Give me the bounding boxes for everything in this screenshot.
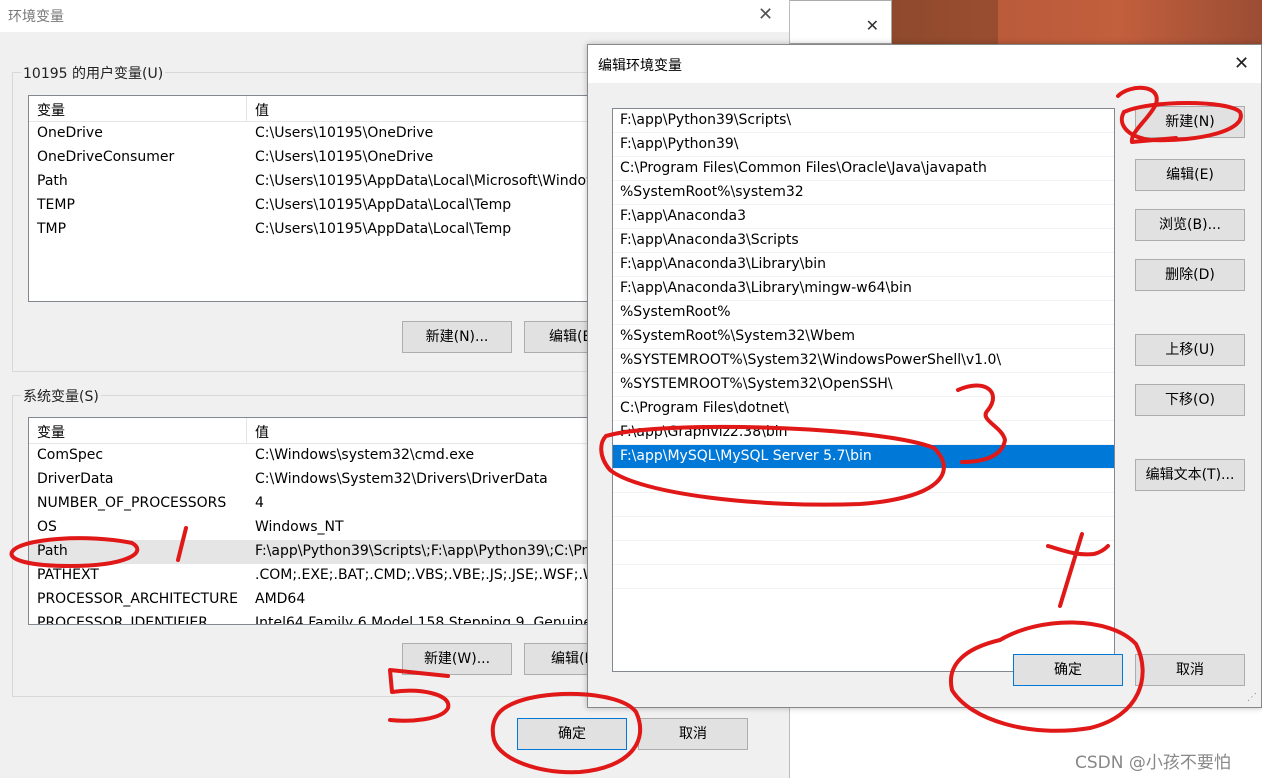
table-row[interactable]: PATHEXT .COM;.EXE;.BAT;.CMD;.VBS;.VBE;.JS… (29, 564, 587, 588)
table-row[interactable]: PROCESSOR_IDENTIFIER Intel64 Family 6 Mod… (29, 612, 587, 625)
close-icon[interactable]: ✕ (758, 4, 773, 25)
move-down-button[interactable]: 下移(O) (1135, 384, 1245, 416)
new-button[interactable]: 新建(N) (1135, 106, 1245, 138)
table-row[interactable]: TMP C:\Users\10195\AppData\Local\Temp (29, 218, 587, 242)
variable-value: Windows_NT (255, 519, 344, 535)
edit-button[interactable]: 编辑(E) (1135, 159, 1245, 191)
table-row[interactable]: TEMP C:\Users\10195\AppData\Local\Temp (29, 194, 587, 218)
path-list-item[interactable]: %SystemRoot%\system32 (613, 181, 1114, 205)
path-list-item[interactable]: %SystemRoot% (613, 301, 1114, 325)
path-list-item[interactable]: F:\app\Graphviz2.38\bin (613, 421, 1114, 445)
table-row[interactable]: OS Windows_NT (29, 516, 587, 540)
variable-value: C:\Users\10195\AppData\Local\Microsoft\W… (255, 173, 587, 189)
system-new-button[interactable]: 新建(W)... (402, 643, 512, 675)
variable-name: OneDriveConsumer (37, 149, 175, 165)
variable-value: C:\Users\10195\OneDrive (255, 149, 434, 165)
table-row[interactable]: NUMBER_OF_PROCESSORS 4 (29, 492, 587, 516)
path-list-item[interactable]: F:\app\MySQL\MySQL Server 5.7\bin (613, 445, 1114, 469)
table-row[interactable]: Path F:\app\Python39\Scripts\;F:\app\Pyth… (29, 540, 587, 564)
variable-name: TMP (37, 221, 67, 237)
table-row[interactable]: PROCESSOR_ARCHITECTURE AMD64 (29, 588, 587, 612)
variable-value: C:\Users\10195\OneDrive (255, 125, 434, 141)
variable-value: F:\app\Python39\Scripts\;F:\app\Python39… (255, 543, 587, 559)
path-list-empty-row[interactable] (613, 541, 1114, 565)
path-list-empty-row[interactable] (613, 517, 1114, 541)
col-variable[interactable]: 变量 (29, 418, 247, 443)
col-value[interactable]: 值 (247, 418, 277, 443)
table-row[interactable]: Path C:\Users\10195\AppData\Local\Microso… (29, 170, 587, 194)
path-list-empty-row[interactable] (613, 469, 1114, 493)
variable-name: ComSpec (37, 447, 104, 463)
variable-name: OS (37, 519, 57, 535)
background-window: ✕ (788, 0, 892, 44)
user-vars-list[interactable]: 变量 值 OneDrive C:\Users\10195\OneDrive OneD… (28, 95, 588, 302)
path-list-item[interactable]: %SystemRoot%\System32\Wbem (613, 325, 1114, 349)
variable-name: TEMP (37, 197, 75, 213)
close-icon[interactable]: ✕ (866, 16, 879, 35)
col-variable[interactable]: 变量 (29, 96, 247, 121)
close-icon[interactable]: ✕ (1234, 53, 1249, 74)
path-list-item[interactable]: F:\app\Python39\Scripts\ (613, 109, 1114, 133)
variable-name: Path (37, 543, 68, 559)
variable-value: C:\Windows\system32\cmd.exe (255, 447, 475, 463)
dialog-title: 环境变量 (0, 0, 789, 32)
variable-value: C:\Users\10195\AppData\Local\Temp (255, 197, 512, 213)
ok-button[interactable]: 确定 (517, 718, 627, 750)
path-list-item[interactable]: F:\app\Anaconda3 (613, 205, 1114, 229)
variable-name: DriverData (37, 471, 114, 487)
path-list-item[interactable]: F:\app\Anaconda3\Library\mingw-w64\bin (613, 277, 1114, 301)
browse-button[interactable]: 浏览(B)... (1135, 209, 1245, 241)
table-row[interactable]: OneDrive C:\Users\10195\OneDrive (29, 122, 587, 146)
path-list-item[interactable]: C:\Program Files\dotnet\ (613, 397, 1114, 421)
ok-button[interactable]: 确定 (1013, 654, 1123, 686)
edit-text-button[interactable]: 编辑文本(T)... (1135, 459, 1245, 491)
table-row[interactable]: DriverData C:\Windows\System32\Drivers\Dr… (29, 468, 587, 492)
variable-name: PROCESSOR_ARCHITECTURE (37, 591, 238, 607)
system-vars-title: 系统变量(S) (21, 386, 101, 406)
variable-name: NUMBER_OF_PROCESSORS (37, 495, 227, 511)
variable-value: C:\Users\10195\AppData\Local\Temp (255, 221, 512, 237)
list-header: 变量 值 (29, 418, 587, 444)
variable-name: PATHEXT (37, 567, 99, 583)
variable-value: Intel64 Family 6 Model 158 Stepping 9, G… (255, 615, 587, 625)
path-list[interactable]: F:\app\Python39\Scripts\ F:\app\Python39\… (612, 108, 1115, 672)
variable-name: OneDrive (37, 125, 103, 141)
path-list-empty-row[interactable] (613, 493, 1114, 517)
edit-env-variable-dialog: 编辑环境变量 ✕ F:\app\Python39\Scripts\ F:\app\… (587, 44, 1262, 708)
table-row[interactable]: OneDriveConsumer C:\Users\10195\OneDrive (29, 146, 587, 170)
variable-name: Path (37, 173, 68, 189)
cancel-button[interactable]: 取消 (1135, 654, 1245, 686)
path-list-item[interactable]: F:\app\Anaconda3\Library\bin (613, 253, 1114, 277)
path-list-item[interactable]: C:\Program Files\Common Files\Oracle\Jav… (613, 157, 1114, 181)
variable-value: AMD64 (255, 591, 306, 607)
list-header: 变量 值 (29, 96, 587, 122)
col-value[interactable]: 值 (247, 96, 277, 121)
variable-value: .COM;.EXE;.BAT;.CMD;.VBS;.VBE;.JS;.JSE;.… (255, 567, 587, 583)
table-row[interactable]: ComSpec C:\Windows\system32\cmd.exe (29, 444, 587, 468)
delete-button[interactable]: 删除(D) (1135, 259, 1245, 291)
path-list-empty-row[interactable] (613, 565, 1114, 589)
variable-value: 4 (255, 495, 264, 511)
cancel-button[interactable]: 取消 (638, 718, 748, 750)
path-list-item[interactable]: %SYSTEMROOT%\System32\WindowsPowerShell\… (613, 349, 1114, 373)
dialog-title: 编辑环境变量 (588, 45, 1261, 83)
user-new-button[interactable]: 新建(N)... (402, 321, 512, 353)
path-list-item[interactable]: F:\app\Anaconda3\Scripts (613, 229, 1114, 253)
user-vars-title: 10195 的用户变量(U) (21, 63, 166, 83)
variable-value: C:\Windows\System32\Drivers\DriverData (255, 471, 548, 487)
path-list-item[interactable]: F:\app\Python39\ (613, 133, 1114, 157)
resize-grip-icon[interactable]: ⋰ (1247, 692, 1257, 703)
watermark: CSDN @小孩不要怕 (1075, 753, 1231, 773)
move-up-button[interactable]: 上移(U) (1135, 334, 1245, 366)
variable-name: PROCESSOR_IDENTIFIER (37, 615, 208, 625)
system-vars-list[interactable]: 变量 值 ComSpec C:\Windows\system32\cmd.exe D… (28, 417, 588, 625)
path-list-item[interactable]: %SYSTEMROOT%\System32\OpenSSH\ (613, 373, 1114, 397)
